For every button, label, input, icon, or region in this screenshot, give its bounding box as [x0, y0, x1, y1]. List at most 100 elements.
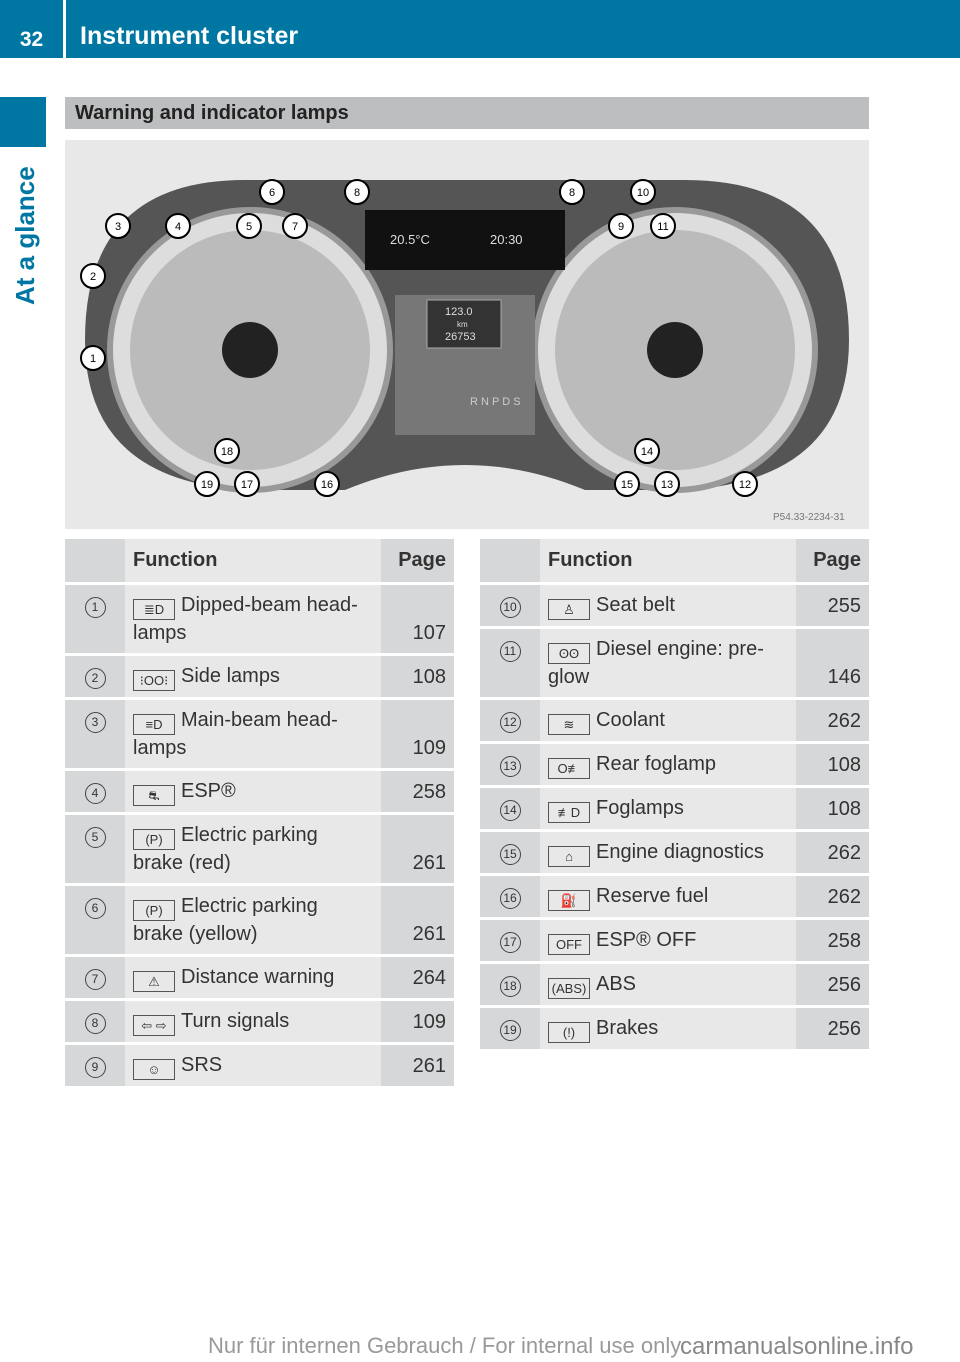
page-ref: 261: [381, 1043, 454, 1089]
watermark: Nur für internen Gebrauch / For internal…: [208, 1333, 682, 1358]
function-label: ABS: [596, 973, 637, 995]
engine-diagnostics-icon: ⌂: [548, 846, 590, 867]
srs-icon: ☺: [133, 1059, 175, 1080]
function-label: Reserve fuel: [596, 885, 709, 907]
table-row: 3 ≡D Main-beam head-lamps 109: [65, 698, 454, 771]
item-number: 17: [499, 932, 521, 953]
seat-belt-icon: ♙: [548, 599, 590, 620]
callout-16: 16: [314, 471, 340, 497]
item-number: 19: [499, 1020, 521, 1041]
item-number: 8: [84, 1013, 106, 1034]
lamps-table-right: Function Page 10 ♙ Seat belt 255 11 ʘʘ Diesel …: [480, 539, 869, 1052]
page-ref: 262: [796, 830, 869, 876]
svg-text:16: 16: [321, 479, 333, 491]
foglamps-icon: ≢D: [548, 802, 590, 823]
svg-text:2: 2: [90, 271, 96, 283]
function-label: SRS: [181, 1054, 223, 1076]
item-number: 3: [84, 712, 106, 733]
svg-text:11: 11: [657, 221, 668, 233]
svg-text:13: 13: [661, 479, 673, 491]
callout-2: 2: [80, 263, 106, 289]
callout-8-left: 8: [344, 179, 370, 205]
table-row: 8 ⇦ ⇨ Turn signals 109: [65, 999, 454, 1045]
trip: 123.0: [445, 306, 473, 318]
callout-10: 10: [630, 179, 656, 205]
page-ref: 109: [381, 698, 454, 771]
page-ref: 262: [796, 874, 869, 920]
callout-15: 15: [614, 471, 640, 497]
svg-text:1: 1: [90, 353, 96, 365]
parking-brake-icon: (P): [133, 829, 175, 850]
callout-11: 11: [650, 213, 676, 239]
function-label: Rear foglamp: [596, 753, 717, 775]
callout-1: 1: [80, 345, 106, 371]
page-ref: 255: [796, 583, 869, 629]
svg-text:3: 3: [115, 221, 121, 233]
callout-12: 12: [732, 471, 758, 497]
esp-icon: ⛐: [133, 785, 175, 806]
side-lamps-icon: ⁝OO⁝: [133, 670, 175, 691]
trip-unit: km: [457, 320, 468, 329]
page-ref: 108: [796, 742, 869, 788]
odometer: 26753: [445, 331, 476, 343]
page-ref: 258: [796, 918, 869, 964]
item-number: 13: [499, 756, 521, 777]
table-row: 6 (P) Electric parking brake (yellow) 261: [65, 884, 454, 957]
page-header: Page: [381, 539, 454, 585]
turn-signals-icon: ⇦ ⇨: [133, 1015, 175, 1036]
table-row: 10 ♙ Seat belt 255: [480, 583, 869, 629]
item-number: 12: [499, 712, 521, 733]
item-number: 14: [499, 800, 521, 821]
svg-text:9: 9: [618, 221, 624, 233]
svg-text:5: 5: [246, 221, 252, 233]
distance-warning-icon: ⚠: [133, 971, 175, 992]
esp-off-icon: OFF: [548, 934, 590, 955]
section-title: Warning and indicator lamps: [65, 97, 869, 129]
svg-text:19: 19: [201, 479, 213, 491]
callout-5: 5: [236, 213, 262, 239]
function-label: Engine diagnostics: [596, 841, 764, 863]
svg-text:12: 12: [739, 479, 751, 491]
table-row: 19 (!) Brakes 256: [480, 1006, 869, 1052]
callout-18: 18: [214, 438, 240, 464]
page-number: 32: [19, 28, 44, 51]
callout-19: 19: [194, 471, 220, 497]
table-row: 17 OFF ESP® OFF 258: [480, 918, 869, 964]
page-ref: 146: [796, 627, 869, 700]
callout-14: 14: [634, 438, 660, 464]
header-bar: 32 Instrument cluster: [0, 0, 960, 58]
callout-17: 17: [234, 471, 260, 497]
item-number: 11: [499, 641, 521, 662]
page-ref: 258: [381, 769, 454, 815]
page-ref: 107: [381, 583, 454, 656]
svg-text:15: 15: [621, 479, 633, 491]
item-number: 15: [499, 844, 521, 865]
preglow-icon: ʘʘ: [548, 643, 590, 664]
side-tab-marker: [0, 97, 46, 147]
table-row: 16 ⛽ Reserve fuel 262: [480, 874, 869, 920]
reserve-fuel-icon: ⛽: [548, 890, 590, 911]
callout-3: 3: [105, 213, 131, 239]
header-divider: [63, 0, 66, 58]
table-row: 1 ≣D Dipped-beam head-lamps 107: [65, 583, 454, 656]
svg-text:8: 8: [569, 187, 575, 199]
table-row: 14 ≢D Foglamps 108: [480, 786, 869, 832]
function-label: Distance warning: [181, 966, 335, 988]
function-label: ESP®: [181, 780, 236, 802]
item-number: 9: [84, 1057, 106, 1078]
number-header: [480, 539, 540, 585]
svg-text:7: 7: [292, 221, 298, 233]
item-number: 18: [499, 976, 521, 997]
rear-foglamp-icon: O≢: [548, 758, 590, 779]
table-row: 4 ⛐ ESP® 258: [65, 769, 454, 815]
function-label: Coolant: [596, 709, 665, 731]
lamps-table-left: Function Page 1 ≣D Dipped-beam head-lamps 1…: [65, 539, 454, 1089]
brakes-icon: (!): [548, 1022, 590, 1043]
function-label: Brakes: [596, 1017, 659, 1039]
page-ref: 264: [381, 955, 454, 1001]
table-row: 13 O≢ Rear foglamp 108: [480, 742, 869, 788]
coolant-icon: ≋: [548, 714, 590, 735]
gear-indicator: R N P D S: [470, 396, 521, 408]
table-row: 5 (P) Electric parking brake (red) 261: [65, 813, 454, 886]
figure-reference: P54.33-2234-31: [773, 512, 845, 523]
